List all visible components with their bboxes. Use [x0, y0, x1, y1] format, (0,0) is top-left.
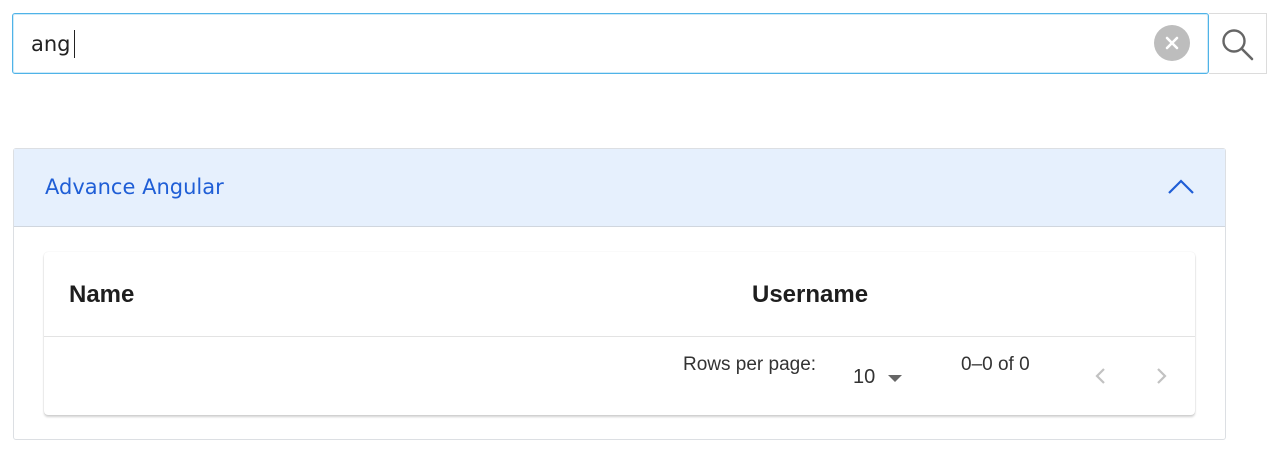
panel-title: Advance Angular [45, 175, 224, 199]
dropdown-arrow-icon [888, 375, 902, 382]
rows-per-page-value: 10 [853, 366, 876, 388]
column-header-username[interactable]: Username [752, 281, 868, 309]
page-range-label: 0–0 of 0 [961, 354, 1030, 375]
accordion-header[interactable]: Advance Angular [14, 149, 1225, 227]
column-header-name[interactable]: Name [69, 281, 134, 309]
search-box [12, 13, 1209, 74]
table-header-row: Name Username [44, 252, 1195, 337]
search-input[interactable] [31, 28, 1141, 60]
next-page-button[interactable] [1150, 364, 1172, 388]
search-button[interactable] [1209, 13, 1267, 74]
data-table: Name Username Rows per page: 10 0–0 of 0 [44, 252, 1195, 415]
previous-page-button[interactable] [1090, 364, 1112, 388]
text-caret [74, 30, 75, 58]
chevron-right-icon [1157, 368, 1167, 384]
accordion-panel: Advance Angular Name Username Rows per p… [13, 148, 1226, 440]
clear-search-button[interactable] [1154, 25, 1190, 61]
rows-per-page-label: Rows per page: [683, 354, 817, 375]
chevron-left-icon [1095, 368, 1105, 384]
search-icon [1222, 29, 1254, 61]
paginator: Rows per page: 10 0–0 of 0 [44, 338, 1195, 415]
chevron-up-icon[interactable] [1166, 177, 1196, 197]
rows-per-page-select[interactable]: 10 [853, 366, 913, 390]
close-icon [1165, 36, 1179, 50]
